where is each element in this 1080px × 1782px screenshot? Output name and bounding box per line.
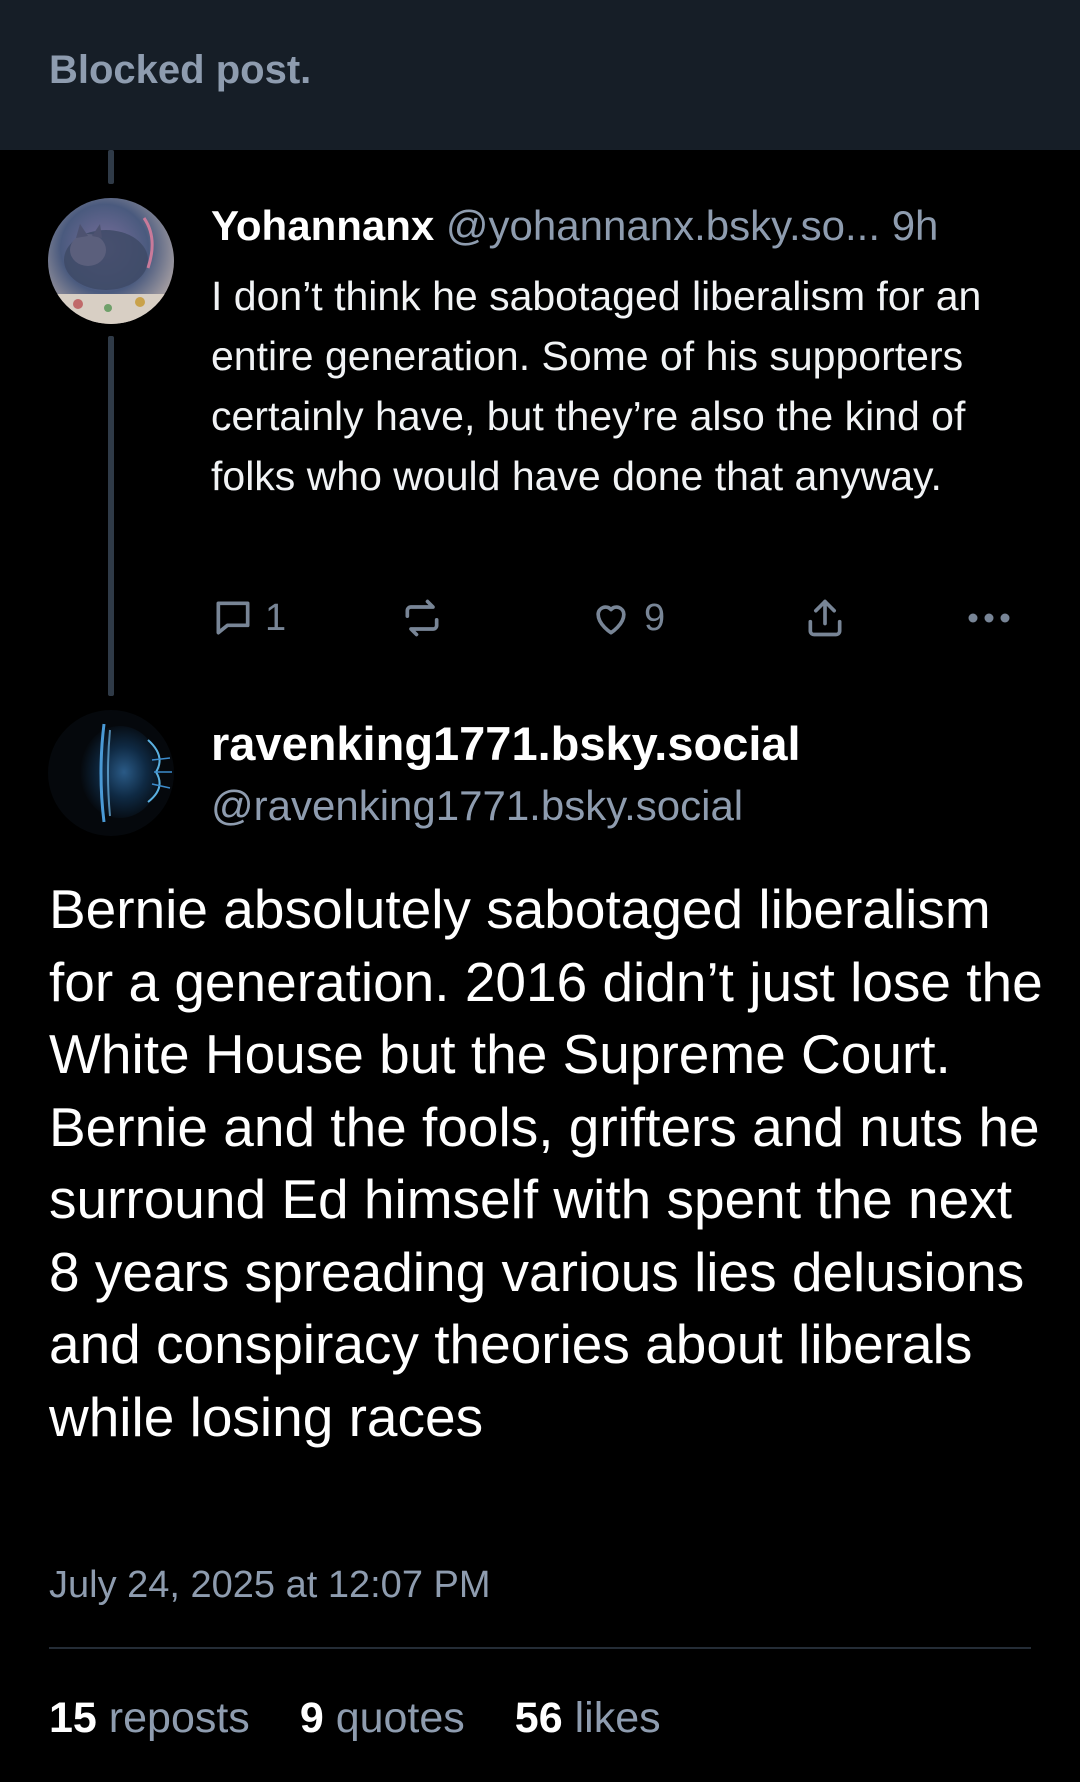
reply-header: Yohannanx @yohannanx.bsky.so... 9h (211, 200, 1043, 252)
main-post-text: Bernie absolutely sabotaged liberalism f… (49, 878, 1043, 1448)
thread-line-top (108, 150, 114, 184)
engagement-stats: 15 reposts 9 quotes 56 likes (49, 1694, 661, 1743)
like-button[interactable]: 9 (588, 596, 665, 640)
quotes-count: 9 (299, 1694, 324, 1742)
reposts-stat[interactable]: 15 reposts (49, 1694, 250, 1743)
reposts-count: 15 (49, 1694, 97, 1742)
more-options-button[interactable] (964, 596, 1014, 640)
blocked-post-banner[interactable]: Blocked post. (0, 0, 1080, 150)
reply-count: 1 (265, 596, 287, 639)
repost-icon (405, 599, 439, 637)
main-display-name[interactable]: ravenking1771.bsky.social (211, 716, 801, 771)
reply-icon (216, 601, 250, 635)
post-timestamp: July 24, 2025 at 12:07 PM (49, 1564, 491, 1606)
reply-button[interactable]: 1 (211, 596, 286, 640)
jellyfish-avatar-image (48, 710, 174, 836)
likes-label: likes (574, 1694, 661, 1742)
reposts-label: reposts (108, 1694, 250, 1742)
like-icon (596, 605, 626, 635)
reply-text: I don’t think he sabotaged liberalism fo… (211, 273, 982, 499)
quotes-label: quotes (335, 1694, 465, 1742)
reply-display-name[interactable]: Yohannanx (211, 202, 434, 249)
reply-avatar[interactable] (48, 198, 174, 324)
more-icon (968, 613, 1010, 623)
likes-stat[interactable]: 56 likes (515, 1694, 661, 1743)
like-count: 9 (644, 596, 666, 639)
repost-button[interactable] (400, 596, 444, 640)
quotes-stat[interactable]: 9 quotes (300, 1694, 465, 1743)
divider (49, 1647, 1031, 1649)
main-handle[interactable]: @ravenking1771.bsky.social (211, 782, 743, 830)
thread-line-bottom (108, 336, 114, 696)
reply-age[interactable]: 9h (892, 202, 939, 249)
likes-count: 56 (514, 1694, 563, 1742)
blocked-post-label: Blocked post. (49, 48, 312, 92)
main-avatar[interactable] (48, 710, 174, 836)
reply-handle[interactable]: @yohannanx.bsky.so... (446, 202, 880, 249)
cat-avatar-image (48, 198, 174, 324)
share-icon (808, 599, 842, 637)
share-button[interactable] (803, 596, 847, 640)
